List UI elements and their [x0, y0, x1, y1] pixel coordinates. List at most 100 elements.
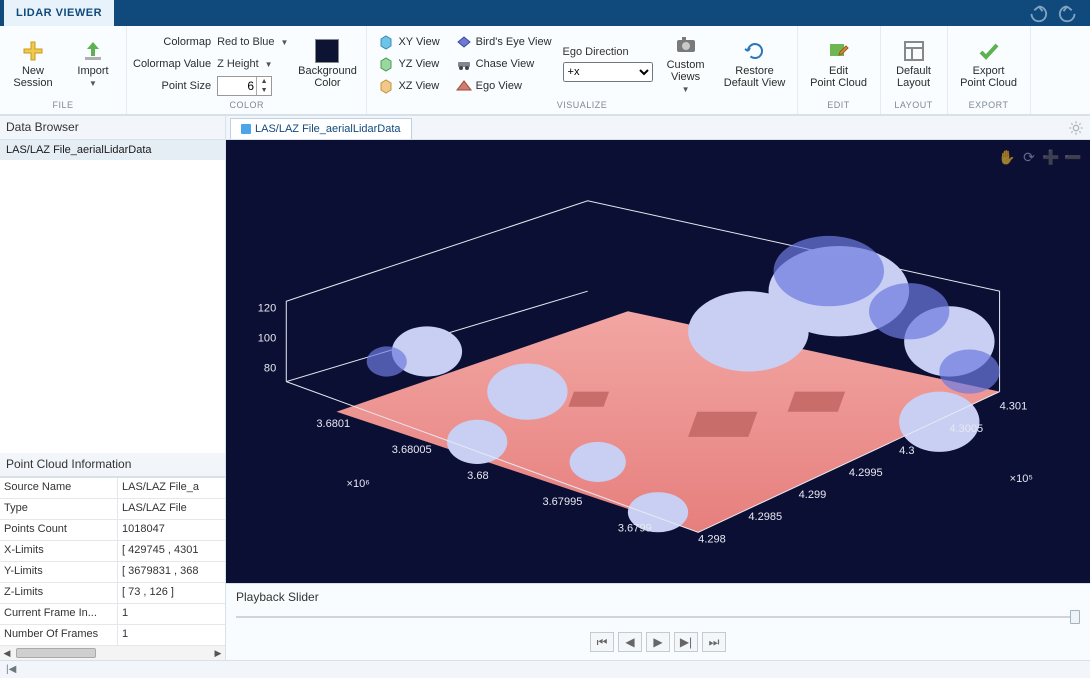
- point-cloud-canvas[interactable]: ✋ ⟳ ➕ ➖: [226, 140, 1090, 583]
- new-session-button[interactable]: New Session: [6, 29, 60, 99]
- birds-eye-icon: [456, 34, 472, 50]
- svg-text:4.3: 4.3: [899, 445, 914, 457]
- goto-start-button[interactable]: ⏮: [590, 632, 614, 652]
- svg-text:4.301: 4.301: [1000, 401, 1028, 413]
- property-key: Number Of Frames: [0, 625, 118, 645]
- rotate-icon[interactable]: ⟳: [1020, 148, 1038, 166]
- group-label-layout: LAYOUT: [887, 100, 941, 114]
- property-value: LAS/LAZ File_a: [118, 478, 225, 498]
- cube-icon: [378, 56, 394, 72]
- property-row: Source NameLAS/LAZ File_a: [0, 478, 225, 499]
- default-layout-button[interactable]: Default Layout: [887, 29, 941, 99]
- quick-access: [1026, 0, 1090, 26]
- ribbon-group-color: Colormap Colormap Value Point Size Red t…: [127, 26, 367, 114]
- playback-slider[interactable]: [236, 610, 1080, 624]
- xy-view-button[interactable]: XY View: [373, 32, 444, 52]
- background-color-button[interactable]: Background Color: [294, 29, 360, 99]
- ribbon-group-file: New Session Import▼ FILE: [0, 26, 127, 114]
- playback-panel: Playback Slider ⏮ ◀ ▶ ▶| ⏭: [226, 583, 1090, 660]
- colormap-value-dropdown[interactable]: Z Height ▼: [217, 54, 288, 74]
- data-browser-item[interactable]: LAS/LAZ File_aerialLidarData: [0, 140, 225, 160]
- pan-icon[interactable]: ✋: [998, 148, 1016, 166]
- import-icon: [81, 39, 105, 63]
- property-row: Number Of Frames1: [0, 625, 225, 646]
- scroll-thumb[interactable]: [16, 648, 96, 658]
- car-icon: [456, 56, 472, 72]
- point-cloud-svg: 12010080 3.68013.680053.683.679953.6799 …: [226, 140, 1090, 583]
- step-back-button[interactable]: ◀: [618, 632, 642, 652]
- ribbon-group-visualize: XY View YZ View XZ View Bird's Eye View: [367, 26, 797, 114]
- chase-view-button[interactable]: Chase View: [451, 54, 557, 74]
- svg-text:120: 120: [258, 302, 276, 314]
- property-value: LAS/LAZ File: [118, 499, 225, 519]
- property-key: Current Frame In...: [0, 604, 118, 624]
- color-swatch: [315, 39, 339, 63]
- redo-icon[interactable]: [1058, 2, 1080, 24]
- svg-text:3.67995: 3.67995: [542, 496, 582, 508]
- goto-end-button[interactable]: ⏭: [702, 632, 726, 652]
- group-label-file: FILE: [6, 100, 120, 114]
- group-label-visualize: VISUALIZE: [373, 100, 790, 114]
- spin-down-icon[interactable]: ▼: [257, 86, 271, 95]
- scroll-left-icon[interactable]: ◀: [0, 646, 14, 660]
- chevron-down-icon: ▼: [89, 79, 97, 88]
- property-row: TypeLAS/LAZ File: [0, 499, 225, 520]
- zoom-out-icon[interactable]: ➖: [1064, 148, 1082, 166]
- group-label-edit: EDIT: [804, 100, 874, 114]
- chevron-down-icon: ▼: [265, 60, 273, 69]
- point-size-input[interactable]: [218, 77, 256, 95]
- svg-text:4.299: 4.299: [799, 489, 827, 501]
- check-icon: [977, 39, 1001, 63]
- property-value: [ 429745 , 4301: [118, 541, 225, 561]
- gear-icon[interactable]: [1068, 120, 1084, 136]
- app-tab[interactable]: LIDAR VIEWER: [4, 0, 114, 26]
- svg-text:100: 100: [258, 332, 276, 344]
- spin-up-icon[interactable]: ▲: [257, 77, 271, 86]
- step-forward-button[interactable]: ▶|: [674, 632, 698, 652]
- scroll-right-icon[interactable]: ▶: [211, 646, 225, 660]
- ego-view-button[interactable]: Ego View: [451, 76, 557, 96]
- workarea: Data Browser LAS/LAZ File_aerialLidarDat…: [0, 116, 1090, 660]
- slider-thumb[interactable]: [1070, 610, 1080, 624]
- property-key: X-Limits: [0, 541, 118, 561]
- property-key: Points Count: [0, 520, 118, 540]
- view-tab-active[interactable]: LAS/LAZ File_aerialLidarData: [230, 118, 412, 139]
- data-browser-title: Data Browser: [0, 116, 225, 140]
- export-point-cloud-button[interactable]: Export Point Cloud: [954, 29, 1024, 99]
- property-row: Current Frame In...1: [0, 604, 225, 625]
- svg-text:×10⁵: ×10⁵: [1010, 473, 1033, 485]
- group-label-color: COLOR: [133, 100, 360, 114]
- custom-views-button[interactable]: Custom Views▼: [659, 29, 713, 99]
- chevron-down-icon: ▼: [281, 38, 289, 47]
- ego-direction-select[interactable]: +x: [563, 62, 653, 82]
- property-value: [ 3679831 , 368: [118, 562, 225, 582]
- property-value: 1: [118, 625, 225, 645]
- main-view: LAS/LAZ File_aerialLidarData ✋ ⟳ ➕ ➖: [226, 116, 1090, 660]
- svg-text:3.6801: 3.6801: [316, 418, 350, 430]
- tabstrip: LIDAR VIEWER: [0, 0, 1090, 26]
- colormap-value-label: Colormap Value: [133, 58, 211, 70]
- ego-direction-label: Ego Direction: [563, 46, 653, 58]
- undo-icon[interactable]: [1026, 2, 1048, 24]
- playback-title: Playback Slider: [236, 590, 1080, 604]
- edit-point-cloud-button[interactable]: Edit Point Cloud: [804, 29, 874, 99]
- restore-default-view-button[interactable]: Restore Default View: [719, 29, 791, 99]
- yz-view-button[interactable]: YZ View: [373, 54, 444, 74]
- svg-text:4.2985: 4.2985: [748, 511, 782, 523]
- collapse-side-icon[interactable]: |◀: [6, 664, 16, 675]
- horizontal-scrollbar[interactable]: ◀ ▶: [0, 646, 225, 660]
- point-size-spinner[interactable]: ▲▼: [217, 76, 272, 96]
- chevron-down-icon: ▼: [682, 85, 690, 94]
- birds-eye-view-button[interactable]: Bird's Eye View: [451, 32, 557, 52]
- property-key: Y-Limits: [0, 562, 118, 582]
- ribbon: New Session Import▼ FILE Colormap Colorm…: [0, 26, 1090, 116]
- property-row: Points Count1018047: [0, 520, 225, 541]
- xz-view-button[interactable]: XZ View: [373, 76, 444, 96]
- zoom-in-icon[interactable]: ➕: [1042, 148, 1060, 166]
- play-button[interactable]: ▶: [646, 632, 670, 652]
- svg-text:3.6799: 3.6799: [618, 522, 652, 534]
- import-button[interactable]: Import▼: [66, 29, 120, 99]
- svg-text:4.298: 4.298: [698, 533, 726, 545]
- ribbon-group-edit: Edit Point Cloud EDIT: [798, 26, 881, 114]
- colormap-dropdown[interactable]: Red to Blue ▼: [217, 32, 288, 52]
